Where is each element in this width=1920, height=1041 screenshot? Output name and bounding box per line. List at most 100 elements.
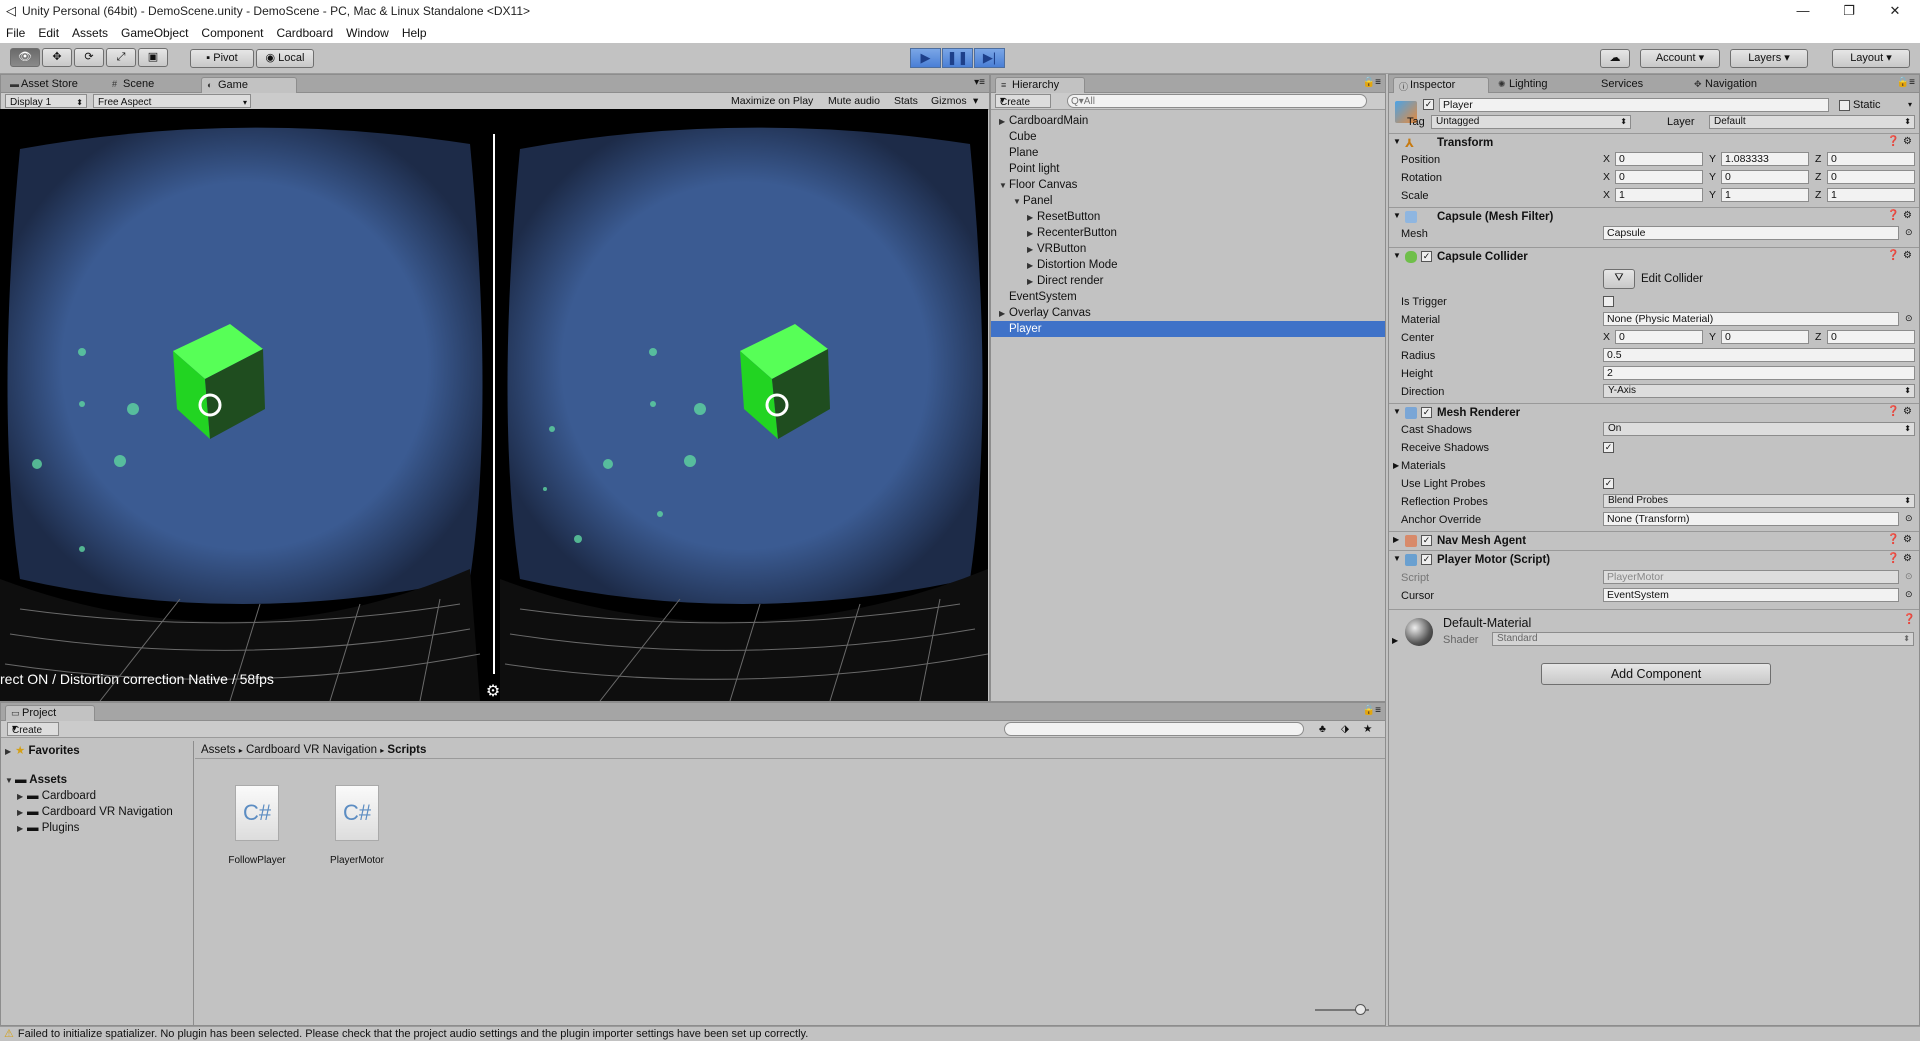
minimize-button[interactable]: —	[1780, 0, 1826, 22]
reflection-probes-dropdown[interactable]: Blend Probes ⬍	[1603, 494, 1915, 508]
folder-cardboard-vr-navigation[interactable]: ▶ ▬ Cardboard VR Navigation	[17, 806, 173, 818]
menu-window[interactable]: Window	[346, 26, 389, 40]
gear-icon[interactable]: ⚙	[1903, 406, 1912, 417]
cursor-field[interactable]: EventSystem	[1603, 588, 1899, 602]
shader-dropdown[interactable]: Standard ⬍	[1492, 632, 1914, 646]
gear-icon[interactable]: ⚙	[1903, 136, 1912, 147]
foldout-arrow-icon[interactable]: ▶	[1393, 461, 1399, 470]
anchor-override-field[interactable]: None (Transform)	[1603, 512, 1899, 526]
breadcrumb-current[interactable]: Scripts	[387, 744, 426, 756]
foldout-arrow-icon[interactable]: ▶	[1392, 636, 1398, 645]
settings-gear-icon[interactable]: ⚙	[486, 683, 500, 700]
filter-label-icon[interactable]: ⬗	[1341, 723, 1349, 735]
foldout-arrow-icon[interactable]: ▶	[1027, 242, 1037, 258]
menu-edit[interactable]: Edit	[38, 26, 59, 40]
local-toggle[interactable]: ◉ Local	[256, 49, 314, 68]
filter-type-icon[interactable]: ♣	[1319, 723, 1326, 735]
folder-plugins[interactable]: ▶ ▬ Plugins	[17, 822, 79, 834]
hierarchy-item[interactable]: Player	[991, 321, 1385, 337]
position-x-field[interactable]: 0	[1615, 152, 1703, 166]
rotation-y-field[interactable]: 0	[1721, 170, 1809, 184]
help-icon[interactable]: ❓	[1887, 406, 1899, 417]
center-y-field[interactable]: 0	[1721, 330, 1809, 344]
lock-icon[interactable]: 🔒≡	[1363, 77, 1381, 88]
hierarchy-item[interactable]: Plane	[991, 145, 1385, 161]
menu-gameobject[interactable]: GameObject	[121, 26, 188, 40]
direction-dropdown[interactable]: Y-Axis ⬍	[1603, 384, 1915, 398]
scale-z-field[interactable]: 1	[1827, 188, 1915, 202]
tab-services[interactable]: Services	[1585, 77, 1653, 93]
hierarchy-item[interactable]: ▼ Panel	[991, 193, 1385, 209]
pivot-toggle[interactable]: ▪ Pivot	[190, 49, 254, 68]
move-tool-icon[interactable]: ✥	[42, 48, 72, 67]
aspect-dropdown[interactable]: Free Aspect ▾	[93, 94, 251, 108]
radius-field[interactable]: 0.5	[1603, 348, 1915, 362]
menu-file[interactable]: File	[6, 26, 25, 40]
status-bar[interactable]: ⚠ Failed to initialize spatializer. No pl…	[0, 1026, 1920, 1040]
panel-menu-icon[interactable]: ▾≡	[974, 77, 985, 88]
scale-y-field[interactable]: 1	[1721, 188, 1809, 202]
game-view[interactable]: ⚙ rect ON / Distortion correction Native…	[0, 109, 988, 701]
foldout-arrow-icon[interactable]: ▶	[1393, 535, 1399, 544]
object-picker-icon[interactable]: ⊙	[1905, 227, 1913, 238]
help-icon[interactable]: ❓	[1887, 553, 1899, 564]
rect-tool-icon[interactable]: ▣	[138, 48, 168, 67]
hierarchy-item[interactable]: Cube	[991, 129, 1385, 145]
tag-dropdown[interactable]: Untagged ⬍	[1431, 115, 1631, 129]
hierarchy-item[interactable]: ▶ VRButton	[991, 241, 1385, 257]
breadcrumb-item[interactable]: Cardboard VR Navigation	[246, 744, 377, 756]
layers-dropdown[interactable]: Layers ▾	[1730, 49, 1808, 68]
slider-handle[interactable]	[1355, 1004, 1366, 1015]
active-checkbox[interactable]: ✓	[1423, 99, 1434, 110]
menu-cardboard[interactable]: Cardboard	[276, 26, 333, 40]
object-name-field[interactable]: Player	[1439, 98, 1829, 112]
hierarchy-item[interactable]: EventSystem	[991, 289, 1385, 305]
hierarchy-item[interactable]: ▶ CardboardMain	[991, 113, 1385, 129]
stats-toggle[interactable]: Stats	[894, 95, 918, 107]
materials-row[interactable]: ▶ Materials	[1389, 457, 1919, 475]
foldout-arrow-icon[interactable]: ▼	[1393, 211, 1401, 220]
play-button[interactable]: ▶	[910, 48, 941, 68]
layout-dropdown[interactable]: Layout ▾	[1832, 49, 1910, 68]
foldout-arrow-icon[interactable]: ▼	[1393, 137, 1401, 146]
menu-assets[interactable]: Assets	[72, 26, 108, 40]
breadcrumb-item[interactable]: Assets	[201, 744, 236, 756]
project-lock-icon[interactable]: 🔒≡	[1363, 705, 1381, 716]
rotation-x-field[interactable]: 0	[1615, 170, 1703, 184]
foldout-arrow-icon[interactable]: ▶	[1027, 258, 1037, 274]
static-arrow-icon[interactable]: ▾	[1908, 100, 1912, 109]
rotate-tool-icon[interactable]: ⟳	[74, 48, 104, 67]
object-picker-icon[interactable]: ⊙	[1905, 589, 1913, 600]
assets-node[interactable]: ▼ ▬ Assets	[5, 774, 67, 786]
display-dropdown[interactable]: Display 1 ⬍	[5, 94, 87, 108]
capsule-collider-header[interactable]: ▼ ✓ Capsule Collider ❓ ⚙	[1389, 247, 1919, 266]
mesh-renderer-header[interactable]: ▼ ✓ Mesh Renderer ❓ ⚙	[1389, 403, 1919, 422]
cloud-icon[interactable]: ☁	[1600, 49, 1630, 68]
pause-button[interactable]: ❚❚	[942, 48, 973, 68]
foldout-arrow-icon[interactable]: ▶	[999, 114, 1009, 130]
menu-component[interactable]: Component	[201, 26, 263, 40]
foldout-arrow-icon[interactable]: ▼	[1393, 554, 1401, 563]
center-z-field[interactable]: 0	[1827, 330, 1915, 344]
player-motor-enabled-checkbox[interactable]: ✓	[1421, 554, 1432, 565]
hierarchy-item[interactable]: ▶ Overlay Canvas	[991, 305, 1385, 321]
tab-game[interactable]: ◐ Game	[201, 77, 297, 93]
height-field[interactable]: 2	[1603, 366, 1915, 380]
tab-hierarchy[interactable]: ≡ Hierarchy	[995, 77, 1085, 93]
tab-asset-store[interactable]: ▬ Asset Store	[5, 77, 88, 93]
gear-icon[interactable]: ⚙	[1903, 553, 1912, 564]
tab-inspector[interactable]: ⓘ Inspector	[1393, 77, 1489, 93]
foldout-arrow-icon[interactable]: ▼	[1393, 251, 1401, 260]
hierarchy-item[interactable]: ▼ Floor Canvas	[991, 177, 1385, 193]
foldout-arrow-icon[interactable]: ▼	[1013, 194, 1023, 210]
mute-audio-toggle[interactable]: Mute audio	[828, 95, 880, 107]
gear-icon[interactable]: ⚙	[1903, 250, 1912, 261]
hierarchy-item[interactable]: ▶ RecenterButton	[991, 225, 1385, 241]
hierarchy-search-input[interactable]	[1067, 94, 1367, 108]
folder-cardboard[interactable]: ▶ ▬ Cardboard	[17, 790, 96, 802]
hierarchy-item[interactable]: ▶ ResetButton	[991, 209, 1385, 225]
renderer-enabled-checkbox[interactable]: ✓	[1421, 407, 1432, 418]
foldout-arrow-icon[interactable]: ▶	[1027, 210, 1037, 226]
step-button[interactable]: ▶|	[974, 48, 1005, 68]
gizmos-arrow-icon[interactable]: ▾	[973, 95, 978, 107]
